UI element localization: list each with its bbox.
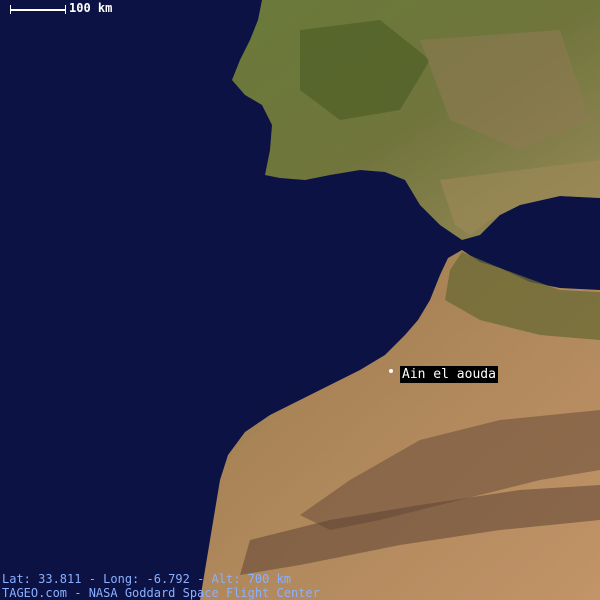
- scale-bar-line: [10, 9, 65, 11]
- map-footer: Lat: 33.811 - Long: -6.792 - Alt: 700 km…: [2, 572, 320, 600]
- scale-bar-right-tick: [65, 5, 66, 14]
- location-marker[interactable]: [389, 369, 393, 373]
- satellite-map[interactable]: 100 km Ain el aouda Lat: 33.811 - Long: …: [0, 0, 600, 600]
- credit-text: TAGEO.com - NASA Goddard Space Flight Ce…: [2, 586, 320, 600]
- terrain-layer: [0, 0, 600, 600]
- coordinates-readout: Lat: 33.811 - Long: -6.792 - Alt: 700 km: [2, 572, 291, 586]
- scale-bar-label: 100 km: [69, 1, 113, 15]
- location-label[interactable]: Ain el aouda: [400, 366, 498, 383]
